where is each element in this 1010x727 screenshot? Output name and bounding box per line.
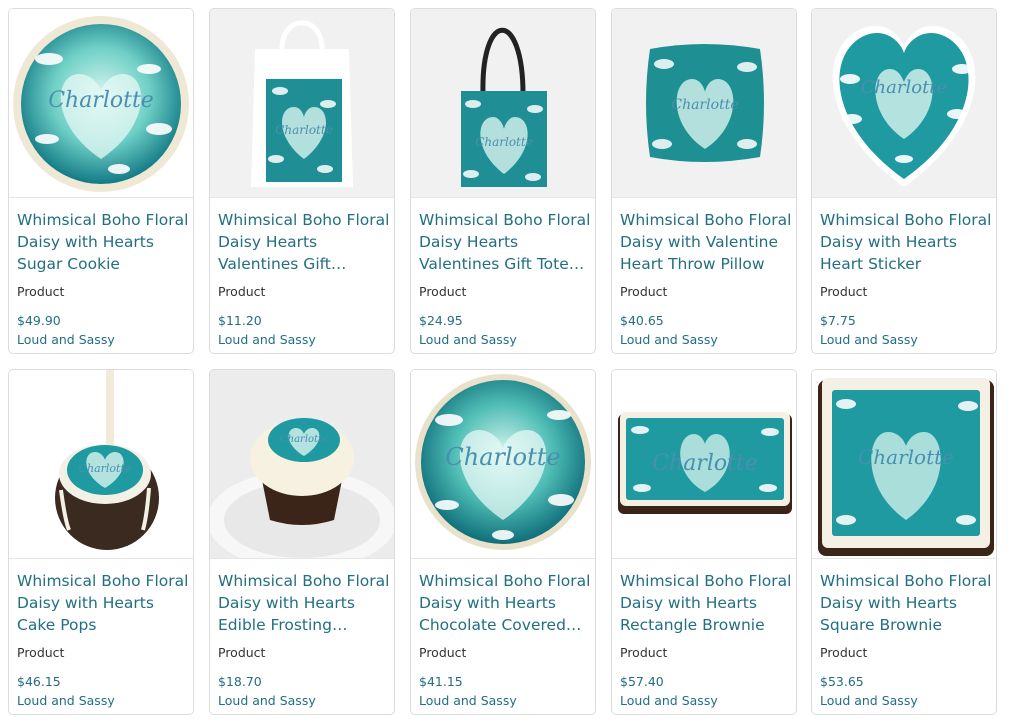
seller-name[interactable]: Loud and Sassy — [620, 332, 718, 347]
product-card[interactable]: Charlotte Whimsical Boho Floral Daisy wi… — [611, 369, 797, 715]
product-title[interactable]: Whimsical Boho Floral Daisy Hearts Valen… — [419, 209, 591, 275]
product-type: Product — [218, 284, 266, 299]
product-name-text: Charlotte — [861, 77, 947, 98]
divider — [812, 558, 996, 559]
seller-name[interactable]: Loud and Sassy — [17, 332, 115, 347]
product-type: Product — [419, 645, 467, 660]
product-type: Product — [820, 645, 868, 660]
seller-name[interactable]: Loud and Sassy — [620, 693, 718, 708]
divider — [9, 558, 193, 559]
product-title[interactable]: Whimsical Boho Floral Daisy with Hearts … — [820, 570, 992, 636]
product-price: $49.90 — [17, 313, 61, 328]
product-image[interactable]: Charlotte — [812, 9, 996, 197]
product-card[interactable]: Charlotte Whimsical Boho Floral Daisy wi… — [811, 8, 997, 354]
product-name-text: Charlotte — [48, 88, 154, 113]
product-image[interactable]: Charlotte — [210, 9, 394, 197]
product-type: Product — [218, 645, 266, 660]
divider — [411, 197, 595, 198]
product-type: Product — [419, 284, 467, 299]
product-grid: Charlotte Whimsical Boho Floral Daisy wi… — [0, 0, 1010, 727]
product-image[interactable]: Charlotte — [9, 9, 193, 197]
product-image[interactable]: Charlotte — [411, 9, 595, 197]
product-card[interactable]: Charlotte Whimsical Boho Floral Daisy He… — [410, 8, 596, 354]
product-image[interactable]: Charlotte — [210, 370, 394, 558]
product-name-text: Charlotte — [652, 451, 758, 476]
product-type: Product — [17, 284, 65, 299]
product-price: $46.15 — [17, 674, 61, 689]
product-card[interactable]: Charlotte Whimsical Boho Floral Daisy wi… — [410, 369, 596, 715]
divider — [9, 197, 193, 198]
product-name-text: Charlotte — [79, 462, 132, 475]
product-type: Product — [820, 284, 868, 299]
product-name-text: Charlotte — [275, 123, 333, 137]
product-image[interactable]: Charlotte — [612, 370, 796, 558]
product-type: Product — [17, 645, 65, 660]
product-name-text: Charlotte — [280, 434, 328, 445]
product-type: Product — [620, 284, 668, 299]
product-title[interactable]: Whimsical Boho Floral Daisy with Hearts … — [820, 209, 992, 275]
product-card[interactable]: Charlotte Whimsical Boho Floral Daisy wi… — [8, 8, 194, 354]
product-image[interactable]: Charlotte — [9, 370, 193, 558]
product-card[interactable]: Charlotte Whimsical Boho Floral Daisy wi… — [8, 369, 194, 715]
seller-name[interactable]: Loud and Sassy — [419, 693, 517, 708]
product-price: $40.65 — [620, 313, 664, 328]
seller-name[interactable]: Loud and Sassy — [218, 693, 316, 708]
divider — [612, 197, 796, 198]
product-name-text: Charlotte — [671, 97, 738, 113]
product-card[interactable]: Charlotte Whimsical Boho Floral Daisy wi… — [811, 369, 997, 715]
product-title[interactable]: Whimsical Boho Floral Daisy with Hearts … — [620, 570, 792, 636]
product-title[interactable]: Whimsical Boho Floral Daisy with Hearts … — [218, 570, 390, 636]
product-price: $18.70 — [218, 674, 262, 689]
product-price: $11.20 — [218, 313, 262, 328]
product-price: $53.65 — [820, 674, 864, 689]
divider — [612, 558, 796, 559]
seller-name[interactable]: Loud and Sassy — [17, 693, 115, 708]
seller-name[interactable]: Loud and Sassy — [820, 693, 918, 708]
seller-name[interactable]: Loud and Sassy — [820, 332, 918, 347]
product-card[interactable]: Charlotte Whimsical Boho Floral Daisy wi… — [611, 8, 797, 354]
product-name-text: Charlotte — [475, 135, 533, 149]
product-name-text: Charlotte — [858, 445, 954, 469]
product-card[interactable]: Charlotte Whimsical Boho Floral Daisy wi… — [209, 369, 395, 715]
product-type: Product — [620, 645, 668, 660]
seller-name[interactable]: Loud and Sassy — [218, 332, 316, 347]
divider — [210, 558, 394, 559]
product-title[interactable]: Whimsical Boho Floral Daisy with Valenti… — [620, 209, 792, 275]
product-price: $41.15 — [419, 674, 463, 689]
product-image[interactable]: Charlotte — [612, 9, 796, 197]
product-title[interactable]: Whimsical Boho Floral Daisy with Hearts … — [419, 570, 591, 636]
divider — [812, 197, 996, 198]
product-price: $7.75 — [820, 313, 856, 328]
product-image[interactable]: Charlotte — [812, 370, 996, 558]
product-name-text: Charlotte — [445, 443, 560, 471]
divider — [411, 558, 595, 559]
divider — [210, 197, 394, 198]
product-title[interactable]: Whimsical Boho Floral Daisy with Hearts … — [17, 209, 189, 275]
seller-name[interactable]: Loud and Sassy — [419, 332, 517, 347]
product-image[interactable]: Charlotte — [411, 370, 595, 558]
product-price: $57.40 — [620, 674, 664, 689]
product-title[interactable]: Whimsical Boho Floral Daisy Hearts Valen… — [218, 209, 390, 275]
product-title[interactable]: Whimsical Boho Floral Daisy with Hearts … — [17, 570, 189, 636]
product-price: $24.95 — [419, 313, 463, 328]
product-card[interactable]: Charlotte Whimsical Boho Floral Daisy He… — [209, 8, 395, 354]
